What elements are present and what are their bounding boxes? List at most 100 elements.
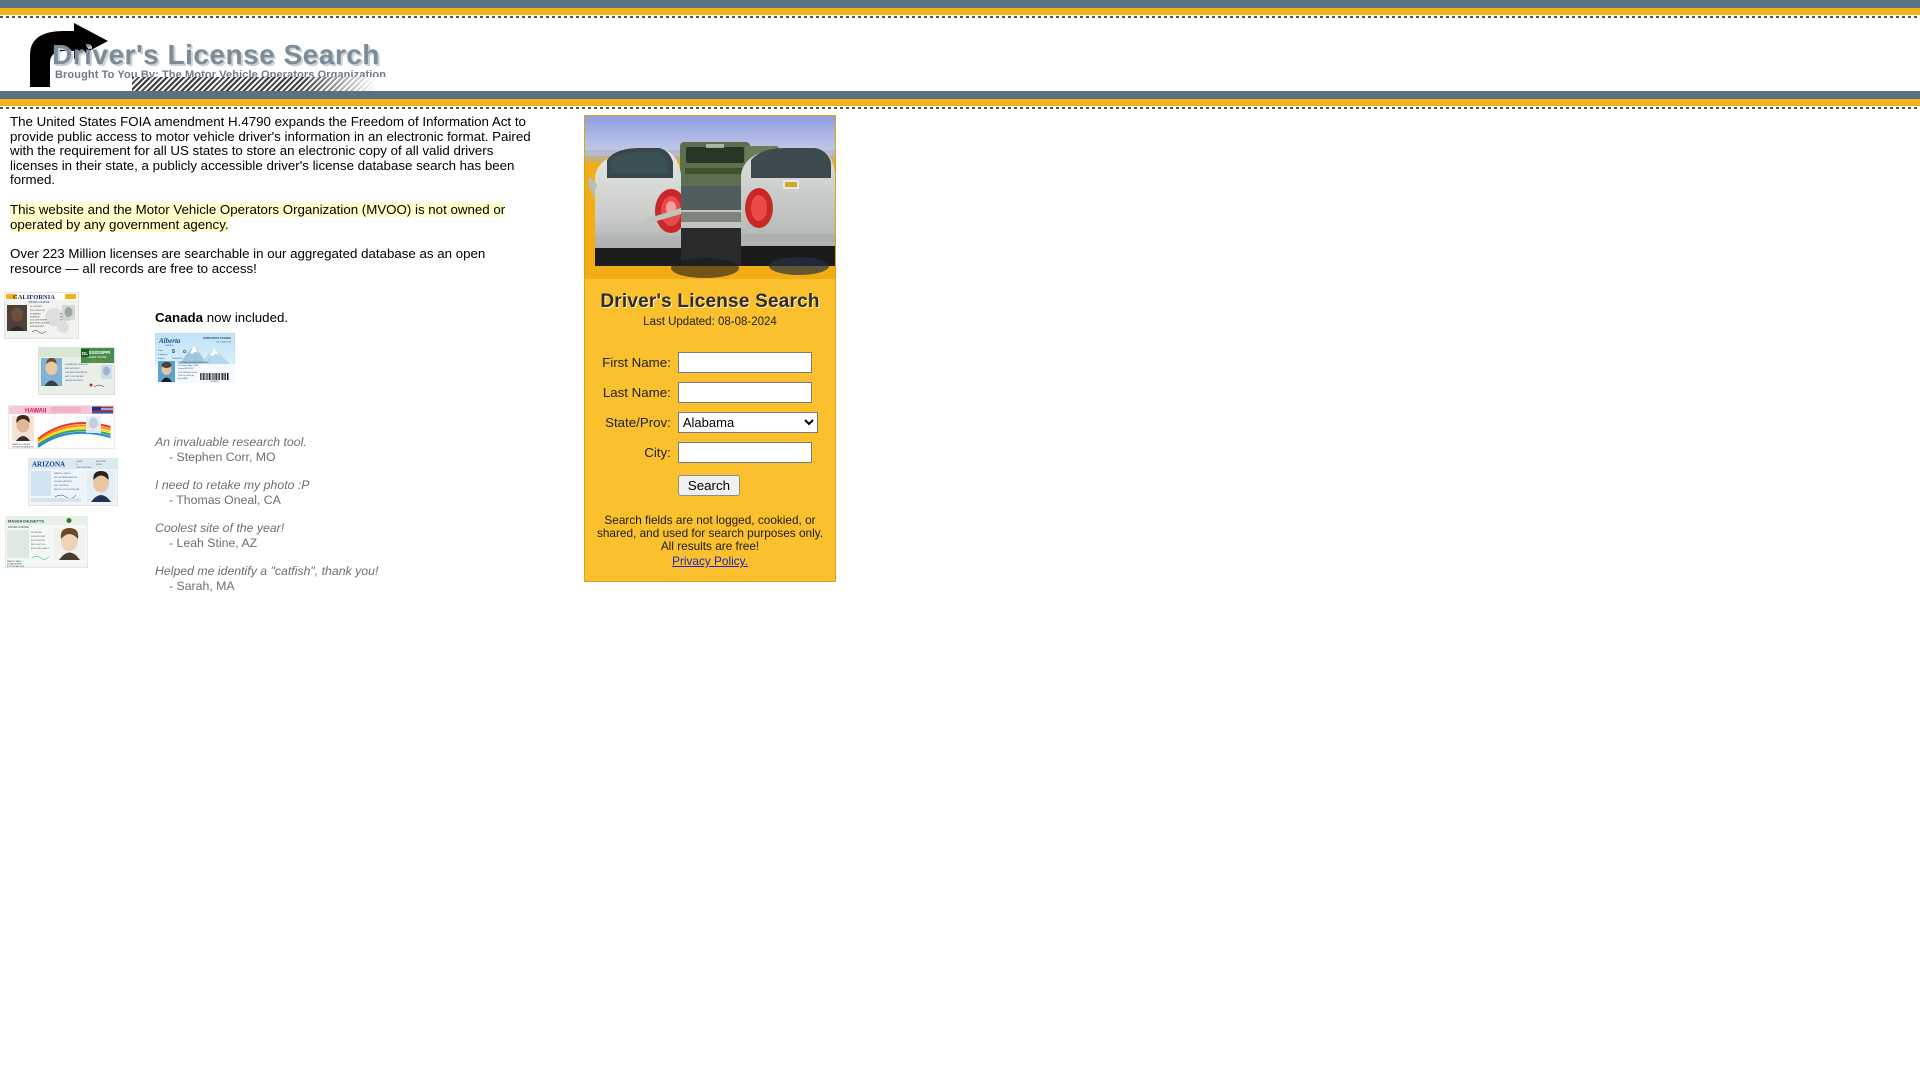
svg-text:ARIZONA: ARIZONA	[32, 461, 65, 469]
bottom-dotted-divider	[0, 106, 1920, 110]
first-name-input[interactable]	[677, 352, 812, 373]
logo-title: Driver's License Search	[52, 39, 380, 70]
last-name-input[interactable]	[677, 382, 812, 403]
svg-text:DL: DL	[82, 351, 88, 356]
form-row-first-name: First Name:	[601, 351, 819, 374]
panel-last-updated: Last Updated: 08-08-2024	[643, 316, 777, 328]
svg-text:DOB 06/14/1992: DOB 06/14/1992	[31, 536, 45, 538]
svg-text:2028-03-14: 2028-03-14	[172, 358, 183, 360]
svg-text:ISSUED 09/12/2022: ISSUED 09/12/2022	[65, 380, 84, 382]
svg-text:EXP 06/14/2028: EXP 06/14/2028	[31, 540, 45, 542]
city-input[interactable]	[677, 442, 812, 463]
first-name-cell	[677, 351, 819, 374]
search-button[interactable]: Search	[677, 475, 740, 496]
city-label: City:	[644, 445, 671, 460]
svg-text:5: 5	[172, 349, 175, 355]
license-thumb-massachusetts: MASSACHUSETTS DRIVER LICENSE SAMPLE, MAR…	[5, 516, 88, 568]
canada-rest: now included.	[203, 310, 289, 325]
testimonials-list: An invaluable research tool. - Stephen C…	[155, 435, 535, 594]
svg-text:Class: Class	[158, 350, 163, 352]
svg-text:G: G	[183, 349, 187, 354]
svg-text:MOTOR: MOTOR	[91, 360, 104, 364]
canada-label: Canada	[155, 310, 204, 325]
disclaimer-paragraph: This website and the Motor Vehicle Opera…	[10, 201, 540, 232]
testimonial-quote: An invaluable research tool.	[155, 435, 307, 449]
svg-text:DRIVER LICENSE: DRIVER LICENSE	[8, 526, 29, 529]
disclaimer-highlight: This website and the Motor Vehicle Opera…	[10, 201, 506, 232]
intro-column: The United States FOIA amendment H.4790 …	[10, 114, 540, 276]
bottom-blue-bar	[0, 91, 1920, 99]
svg-text:CALIFORNIA: CALIFORNIA	[13, 294, 55, 301]
svg-text:DL I1234562: DL I1234562	[30, 306, 43, 308]
svg-text:DOB 11/02/1988: DOB 11/02/1988	[76, 467, 92, 469]
state-prov-cell: AlabamaAlaskaArizonaArkansasCaliforniaCo…	[677, 411, 819, 434]
state-prov-select[interactable]: AlabamaAlaskaArizonaArkansasCaliforniaCo…	[677, 412, 818, 433]
state-prov-label: State/Prov:	[605, 415, 671, 430]
submit-cell: Search	[677, 471, 819, 497]
svg-text:DRIVER LICENSE: DRIVER LICENSE	[88, 357, 107, 359]
svg-text:MASSACHUSETTS: MASSACHUSETTS	[8, 519, 44, 524]
license-thumbnail-strip: CALIFORNIA DRIVER LICENSE DL I1234562 EX…	[0, 292, 140, 568]
site-header: Driver's License Search Brought To You B…	[0, 19, 1920, 91]
testimonial-attribution: - Leah Stine, AZ	[169, 536, 258, 550]
svg-text:SEX M HGT 6-00 EYES HZL: SEX M HGT 6-00 EYES HZL	[54, 489, 81, 491]
svg-text:EXP 11/02/2030: EXP 11/02/2030	[54, 485, 69, 487]
svg-text:EXP 09/12/2027: EXP 09/12/2027	[65, 368, 80, 370]
submit-spacer	[601, 471, 677, 497]
license-thumb-alberta: Alberta CANADA OPERATOR'S LICENCE No. 12…	[155, 333, 535, 383]
license-thumb-california: CALIFORNIA DRIVER LICENSE DL I1234562 EX…	[4, 292, 79, 339]
testimonial-quote: Helped me identify a "catfish", thank yo…	[155, 564, 379, 578]
svg-text:HGT 5-11 EYES BLU: HGT 5-11 EYES BLU	[65, 376, 84, 378]
top-yellow-bar	[0, 8, 1920, 15]
svg-text:DOB 08/31/1977: DOB 08/31/1977	[30, 326, 44, 328]
first-name-label: First Name:	[602, 355, 671, 370]
svg-text:Alberta: Alberta	[158, 337, 181, 345]
privacy-policy-container: Privacy Policy.	[585, 554, 835, 568]
testimonial-quote: I need to retake my photo :P	[155, 478, 310, 492]
svg-text:DOB 04/21/1990 SEX M: DOB 04/21/1990 SEX M	[65, 372, 87, 374]
svg-text:913 Jasper Ridge Dr NW: 913 Jasper Ridge Dr NW	[178, 365, 198, 367]
svg-text:LICENSE NO 123456789: LICENSE NO 123456789	[65, 364, 89, 366]
svg-text:S123456789: S123456789	[31, 532, 42, 534]
top-blue-bar	[0, 0, 1920, 8]
bottom-yellow-bar	[0, 99, 1920, 106]
cars-in-traffic-photo	[585, 116, 835, 279]
svg-text:ENDORSE: ENDORSE	[96, 461, 107, 463]
testimonial-attribution: - Thomas Oneal, CA	[169, 493, 281, 507]
svg-text:NONE: NONE	[96, 464, 102, 466]
svg-text:SEX F HGT 5-05: SEX F HGT 5-05	[31, 544, 45, 546]
panel-note-line2: used for search purposes only. All resul…	[660, 526, 824, 553]
testimonial-attribution: - Stephen Corr, MO	[169, 450, 276, 464]
search-panel: Driver's License Search Last Updated: 08…	[584, 115, 836, 582]
canada-included-line: Canada now included.	[155, 310, 535, 325]
panel-title: Driver's License Search	[600, 291, 820, 312]
intro-paragraph: The United States FOIA amendment H.4790 …	[10, 114, 531, 188]
svg-text:OPERATOR'S LICENCE: OPERATOR'S LICENCE	[203, 337, 231, 340]
testimonial-attribution: - Sarah, MA	[169, 579, 235, 593]
page-root: Driver's License Search Brought To You B…	[0, 0, 1920, 593]
testimonial-quote: Coolest site of the year!	[155, 521, 285, 535]
svg-text:DRIVER LICENSE: DRIVER LICENSE	[29, 301, 50, 304]
privacy-policy-link[interactable]: Privacy Policy.	[672, 554, 748, 568]
last-name-label: Last Name:	[602, 385, 671, 400]
form-row-submit: Search	[601, 471, 819, 497]
svg-text:HAWAII: HAWAII	[25, 409, 47, 415]
panel-privacy-note: Search fields are not logged, cookied, o…	[591, 514, 829, 553]
search-form: First Name: Last Name: State/Prov: Alaba…	[601, 344, 819, 504]
license-thumb-hawaii: HAWAII SAMPLE H LEILANI 1120 ALA MOANA B…	[8, 405, 115, 449]
svg-text:DOB 1986-08-09 Sex M: DOB 1986-08-09 Sex M	[178, 372, 198, 374]
license-thumb-arizona: ARIZONA CLASS ENDORSE D NONE DOB 11/02/198…	[28, 458, 118, 506]
license-thumb-mississippi: MISSISSIPPI DRIVER LICENSE DL MOTOR LICE…	[38, 347, 115, 395]
svg-text:Expires: Expires	[158, 358, 165, 360]
svg-text:EXP 08/31/2026: EXP 08/31/2026	[30, 310, 46, 312]
form-row-city: City:	[601, 441, 819, 464]
canada-and-testimonials-column: Canada now included. Alberta CANADA OPER…	[155, 310, 535, 607]
logo[interactable]: Driver's License Search Brought To You B…	[0, 19, 400, 91]
last-name-cell	[677, 381, 819, 404]
city-cell	[677, 441, 819, 464]
logo-hatch-fade	[300, 77, 390, 91]
records-count-paragraph: Over 223 Million licenses are searchable…	[10, 246, 486, 276]
form-row-last-name: Last Name:	[601, 381, 819, 404]
